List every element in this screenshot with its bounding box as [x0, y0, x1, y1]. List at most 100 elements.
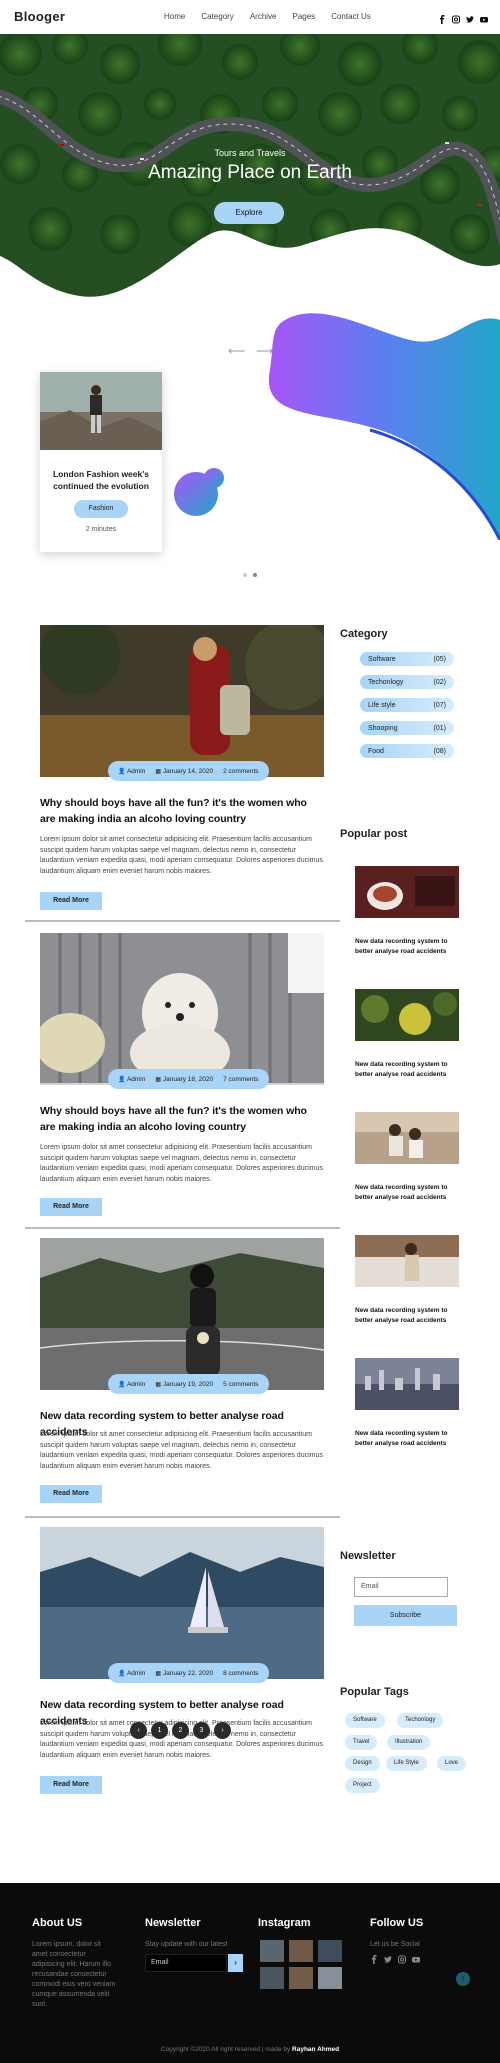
pagination-page-1[interactable]: 1 — [151, 1722, 168, 1739]
tag-project[interactable]: Project — [345, 1778, 380, 1793]
user-icon: 👤 — [118, 768, 126, 775]
read-more-button[interactable]: Read More — [40, 1198, 102, 1216]
slider-next-arrow-icon[interactable]: ⟶ — [256, 344, 273, 358]
date-meta: ▦ January 14, 2020 — [155, 768, 213, 775]
popular-post-item[interactable]: New data recording system to better anal… — [355, 1235, 459, 1326]
instagram-photo[interactable] — [260, 1967, 284, 1989]
pagination-next-icon[interactable]: › — [214, 1722, 231, 1739]
slider-prev-arrow-icon[interactable]: ⟵ — [228, 344, 245, 358]
decorative-blob — [268, 313, 500, 540]
pagination: ‹ 1 2 3 › — [130, 1722, 231, 1739]
tag-love[interactable]: Love — [437, 1756, 467, 1771]
category-heading: Category — [340, 628, 388, 640]
copyright-author[interactable]: Rayhan Ahmed — [292, 2046, 339, 2053]
instagram-photo[interactable] — [318, 1940, 342, 1962]
post-author[interactable]: Admin — [127, 768, 145, 775]
post-image[interactable] — [40, 1238, 324, 1390]
popular-post-title[interactable]: New data recording system to better anal… — [355, 1306, 459, 1326]
nav-archive[interactable]: Archive — [250, 12, 277, 21]
post-image[interactable] — [40, 1527, 324, 1679]
card-read-time: 2 minutes — [85, 526, 117, 533]
popular-post-image — [355, 989, 459, 1041]
youtube-icon[interactable] — [480, 11, 488, 23]
post-author[interactable]: Admin — [127, 1381, 145, 1388]
tag-software[interactable]: Software — [345, 1713, 385, 1728]
post-title[interactable]: Why should boys have all the fun? it's t… — [40, 1103, 324, 1135]
tag-travel[interactable]: Travel — [345, 1735, 378, 1750]
back-to-top-icon[interactable]: ↑ — [456, 1972, 470, 1986]
category-name: Life style — [368, 701, 396, 709]
popular-post-title[interactable]: New data recording system to better anal… — [355, 1183, 459, 1203]
footer-follow-text: Let us be Social — [370, 1941, 420, 1948]
pagination-page-3[interactable]: 3 — [193, 1722, 210, 1739]
subscribe-button[interactable]: Subscribe — [354, 1605, 457, 1626]
post-image[interactable] — [40, 933, 324, 1085]
popular-post-image — [355, 866, 459, 918]
category-item-technology[interactable]: Techonlogy (02) — [360, 675, 454, 689]
card-tag[interactable]: Fashion — [74, 500, 128, 518]
nav-category[interactable]: Category — [201, 12, 233, 21]
category-item-food[interactable]: Food (08) — [360, 744, 454, 758]
read-more-button[interactable]: Read More — [40, 1485, 102, 1503]
pagination-prev-icon[interactable]: ‹ — [130, 1722, 147, 1739]
post-image[interactable] — [40, 625, 324, 777]
instagram-photo[interactable] — [260, 1940, 284, 1962]
slider-dot-active[interactable] — [253, 573, 257, 577]
facebook-icon[interactable] — [438, 11, 446, 24]
nav-contact-us[interactable]: Contact Us — [331, 12, 371, 21]
post-comments[interactable]: 8 comments — [223, 1670, 258, 1677]
footer-email-input[interactable]: Email — [145, 1954, 227, 1972]
post-comments[interactable]: 2 comments — [223, 768, 258, 775]
twitter-icon[interactable] — [384, 1955, 392, 1964]
instagram-photo[interactable] — [318, 1967, 342, 1989]
instagram-photo[interactable] — [289, 1967, 313, 1989]
instagram-icon[interactable] — [452, 11, 460, 24]
post-meta: 👤 Admin ▦ January 19, 2020 5 comments — [108, 1374, 269, 1394]
footer-email-submit-icon[interactable]: › — [228, 1954, 243, 1972]
card-title[interactable]: London Fashion week's continued the evol… — [46, 468, 156, 492]
nav-pages[interactable]: Pages — [293, 12, 316, 21]
popular-post-item[interactable]: New data recording system to better anal… — [355, 866, 459, 957]
tag-design[interactable]: Design — [345, 1756, 380, 1771]
category-name: Food — [368, 747, 384, 755]
instagram-icon[interactable] — [398, 1955, 406, 1964]
youtube-icon[interactable] — [412, 1955, 420, 1964]
popular-post-title[interactable]: New data recording system to better anal… — [355, 1429, 459, 1449]
slider-dot[interactable] — [243, 573, 247, 577]
post-comments[interactable]: 7 comments — [223, 1076, 258, 1083]
popular-post-item[interactable]: New data recording system to better anal… — [355, 1358, 459, 1449]
tag-technology[interactable]: Techonlogy — [397, 1713, 444, 1728]
post-author[interactable]: Admin — [127, 1076, 145, 1083]
post-meta: 👤 Admin ▦ January 22, 2020 8 comments — [108, 1663, 269, 1683]
category-item-shopping[interactable]: Shooping (01) — [360, 721, 454, 735]
popular-post-title[interactable]: New data recording system to better anal… — [355, 1060, 459, 1080]
tag-life-style[interactable]: Life Style — [386, 1756, 427, 1771]
nav-home[interactable]: Home — [164, 12, 185, 21]
site-logo[interactable]: Blooger — [14, 9, 65, 24]
calendar-icon: ▦ — [155, 768, 162, 775]
post-title[interactable]: Why should boys have all the fun? it's t… — [40, 795, 324, 827]
popular-post-item[interactable]: New data recording system to better anal… — [355, 1112, 459, 1203]
popular-post-image — [355, 1358, 459, 1410]
pagination-page-2[interactable]: 2 — [172, 1722, 189, 1739]
popular-post-title[interactable]: New data recording system to better anal… — [355, 937, 459, 957]
popular-post-image — [355, 1112, 459, 1164]
category-count: (08) — [433, 747, 446, 755]
footer-about-heading: About US — [32, 1917, 83, 1929]
twitter-icon[interactable] — [466, 11, 474, 23]
date-meta: ▦ January 18, 2020 — [155, 1076, 213, 1083]
category-item-life-style[interactable]: Life style (07) — [360, 698, 454, 712]
read-more-button[interactable]: Read More — [40, 892, 102, 910]
category-name: Software — [368, 655, 396, 663]
tag-illustration[interactable]: Illustration — [387, 1735, 431, 1750]
instagram-photo[interactable] — [289, 1940, 313, 1962]
explore-button[interactable]: Explore — [214, 202, 284, 224]
read-more-button[interactable]: Read More — [40, 1776, 102, 1794]
popular-post-item[interactable]: New data recording system to better anal… — [355, 989, 459, 1080]
post-comments[interactable]: 5 comments — [223, 1381, 258, 1388]
category-item-software[interactable]: Software (05) — [360, 652, 454, 666]
facebook-icon[interactable] — [370, 1955, 378, 1964]
newsletter-email-input[interactable]: Email — [354, 1577, 448, 1597]
featured-card[interactable]: London Fashion week's continued the evol… — [40, 372, 162, 552]
post-author[interactable]: Admin — [127, 1670, 145, 1677]
